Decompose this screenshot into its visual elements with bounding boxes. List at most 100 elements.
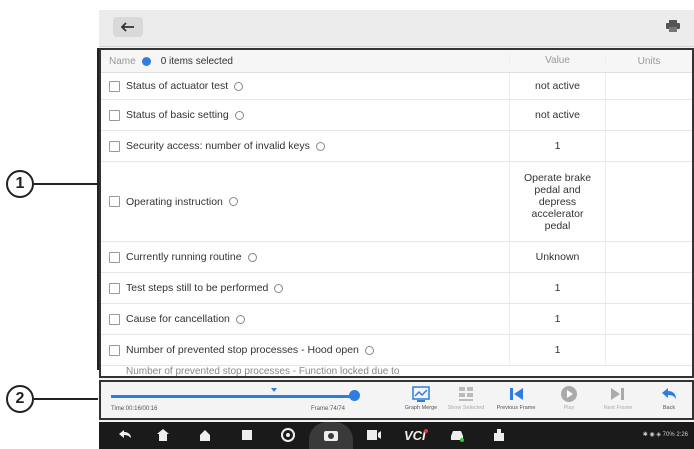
callout-1: 1 bbox=[6, 170, 34, 198]
back-icon[interactable] bbox=[117, 427, 133, 443]
info-icon[interactable] bbox=[274, 283, 284, 293]
selected-count: 0 items selected bbox=[160, 55, 233, 67]
name-header-cell: Name 0 items selected bbox=[101, 56, 509, 67]
row-value: 1 bbox=[509, 273, 605, 303]
graph-merge-icon bbox=[412, 386, 430, 402]
tools-icon[interactable] bbox=[491, 427, 507, 443]
row-units bbox=[605, 273, 692, 303]
name-column-header[interactable]: Name bbox=[109, 56, 136, 67]
callout-1-line bbox=[34, 183, 98, 185]
row-value: 1 bbox=[509, 131, 605, 161]
table-row[interactable]: Test steps still to be performed 1 bbox=[101, 273, 692, 304]
row-units bbox=[605, 73, 692, 99]
row-checkbox[interactable] bbox=[109, 344, 120, 356]
row-units bbox=[605, 131, 692, 161]
car-icon[interactable] bbox=[449, 427, 465, 443]
row-checkbox[interactable] bbox=[109, 109, 120, 121]
print-icon[interactable] bbox=[666, 20, 680, 32]
back-icon bbox=[662, 388, 676, 399]
back-label: Back bbox=[662, 405, 676, 411]
row-name: Operating instruction bbox=[126, 195, 223, 208]
info-icon[interactable] bbox=[228, 197, 238, 206]
table-row[interactable]: Security access: number of invalid keys … bbox=[101, 131, 692, 162]
slider-handle[interactable] bbox=[349, 390, 360, 401]
info-icon[interactable] bbox=[247, 252, 257, 262]
row-units bbox=[605, 335, 692, 365]
frame-readout: Frame:74/74 bbox=[311, 406, 346, 412]
back-arrow-icon bbox=[121, 22, 134, 32]
table-row[interactable]: Status of actuator test not active bbox=[101, 73, 692, 100]
show-selected-button[interactable]: Show Selected bbox=[446, 385, 486, 419]
table-row[interactable]: Cause for cancellation 1 bbox=[101, 304, 692, 335]
data-stream-list[interactable]: Name 0 items selected Value Units Status… bbox=[99, 48, 694, 378]
playback-toolbar: Time:00:16/00:16 Frame:74/74 Graph Merge… bbox=[99, 380, 694, 420]
home-icon[interactable] bbox=[155, 427, 171, 443]
row-checkbox[interactable] bbox=[109, 80, 120, 92]
row-name: Currently running routine bbox=[126, 251, 242, 263]
graph-merge-button[interactable]: Graph Merge bbox=[401, 385, 441, 419]
rows-container: Status of actuator test not active Statu… bbox=[101, 73, 692, 376]
play-label: Play bbox=[563, 405, 575, 411]
value-column-header: Value bbox=[509, 55, 605, 67]
row-name: Cause for cancellation bbox=[126, 313, 230, 325]
table-row[interactable]: Status of basic setting not active bbox=[101, 100, 692, 131]
autel-home-icon[interactable] bbox=[197, 427, 213, 443]
camera-icon[interactable] bbox=[323, 427, 339, 443]
show-selected-label: Show Selected bbox=[447, 405, 485, 411]
next-frame-label: Next Frame bbox=[603, 405, 633, 411]
info-icon[interactable] bbox=[234, 81, 244, 91]
row-units bbox=[605, 100, 692, 130]
screen-record-icon[interactable] bbox=[366, 427, 382, 443]
row-value: Operate brake pedal and depress accelera… bbox=[509, 162, 605, 241]
play-button[interactable]: Play bbox=[549, 385, 589, 419]
previous-frame-icon bbox=[510, 388, 523, 400]
callout-2: 2 bbox=[6, 385, 34, 413]
recent-apps-icon[interactable] bbox=[239, 427, 255, 443]
row-name: Status of actuator test bbox=[126, 80, 229, 92]
list-header: Name 0 items selected Value Units bbox=[101, 50, 692, 73]
next-frame-icon bbox=[611, 388, 624, 400]
row-units bbox=[605, 242, 692, 272]
browser-icon[interactable] bbox=[280, 427, 296, 443]
time-readout: Time:00:16/00:16 bbox=[111, 406, 158, 412]
vci-icon[interactable]: VCI bbox=[404, 427, 428, 443]
back-arrow-button[interactable] bbox=[113, 17, 143, 37]
table-row[interactable]: Number of prevented stop processes - Hoo… bbox=[101, 335, 692, 366]
row-units bbox=[605, 304, 692, 334]
info-icon[interactable] bbox=[364, 345, 374, 355]
row-value: not active bbox=[509, 73, 605, 99]
callout-2-line bbox=[34, 398, 98, 400]
svg-text:VCI: VCI bbox=[404, 428, 426, 443]
row-name: Number of prevented stop processes - Hoo… bbox=[126, 344, 359, 356]
row-value: Unknown bbox=[509, 242, 605, 272]
row-checkbox[interactable] bbox=[109, 196, 120, 207]
previous-frame-button[interactable]: Previous Frame bbox=[496, 385, 536, 419]
progress-slider[interactable] bbox=[111, 395, 355, 398]
info-icon[interactable] bbox=[234, 110, 244, 120]
row-units bbox=[605, 162, 692, 241]
status-bar-text: ✱ ◉ ◈ 70% 2:26 bbox=[642, 432, 688, 438]
info-icon[interactable] bbox=[235, 314, 245, 324]
row-checkbox[interactable] bbox=[109, 313, 120, 325]
info-dot-icon[interactable] bbox=[141, 56, 151, 66]
table-row[interactable]: Operating instruction Operate brake peda… bbox=[101, 162, 692, 242]
back-button[interactable]: Back bbox=[649, 385, 689, 419]
next-frame-button[interactable]: Next Frame bbox=[598, 385, 638, 419]
play-icon bbox=[561, 386, 577, 402]
row-checkbox[interactable] bbox=[109, 140, 120, 152]
row-name: Test steps still to be performed bbox=[126, 282, 269, 294]
previous-frame-label: Previous Frame bbox=[496, 405, 536, 411]
graph-merge-label: Graph Merge bbox=[404, 405, 438, 411]
units-column-header: Units bbox=[605, 55, 692, 67]
row-checkbox[interactable] bbox=[109, 282, 120, 294]
row-value: 1 bbox=[509, 304, 605, 334]
row-value: 1 bbox=[509, 335, 605, 365]
row-checkbox[interactable] bbox=[109, 251, 120, 263]
marker-triangle bbox=[271, 388, 277, 392]
row-name: Status of basic setting bbox=[126, 109, 229, 121]
table-row[interactable]: Currently running routine Unknown bbox=[101, 242, 692, 273]
android-navbar: VCI ✱ ◉ ◈ 70% 2:26 bbox=[99, 422, 694, 449]
info-icon[interactable] bbox=[315, 141, 325, 151]
row-value: not active bbox=[509, 100, 605, 130]
top-bar bbox=[99, 10, 694, 47]
